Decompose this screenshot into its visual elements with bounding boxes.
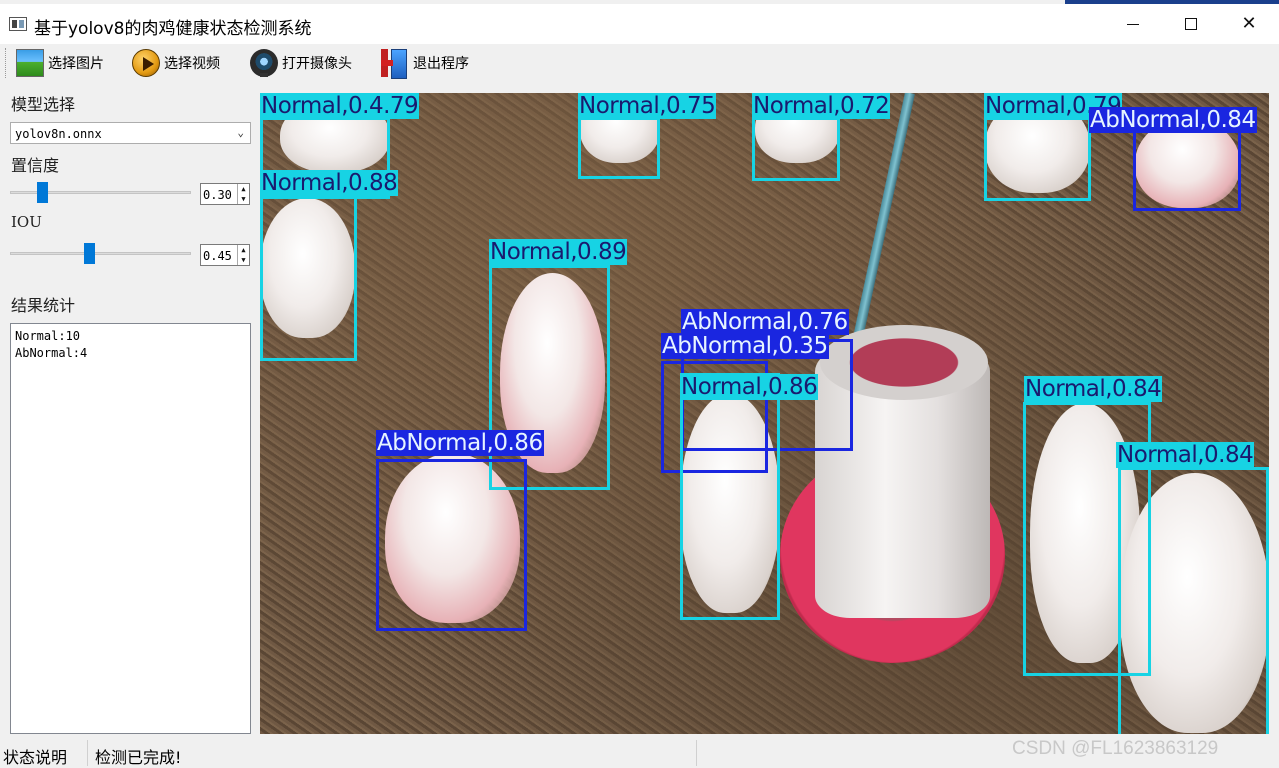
exit-door-icon — [381, 49, 409, 79]
detection-box-normal — [578, 117, 660, 179]
image-icon — [16, 49, 44, 77]
status-message: 检测已完成! — [95, 748, 182, 767]
detection-label: AbNormal,0.84 — [1089, 107, 1257, 133]
spin-arrows-icon[interactable]: ▲ ▼ — [237, 245, 249, 265]
detection-label: Normal,0.75 — [578, 93, 717, 119]
spin-arrows-icon[interactable]: ▲ ▼ — [237, 184, 249, 204]
status-bar: 状态说明 检测已完成! CSDN @FL1623863129 — [0, 738, 1279, 768]
exit-program-label: 退出程序 — [413, 56, 469, 72]
status-separator — [696, 740, 697, 766]
detection-label: AbNormal,0.76 — [681, 309, 849, 335]
detection-label: Normal,0.89 — [489, 239, 628, 265]
confidence-slider[interactable] — [10, 182, 191, 203]
confidence-slider-handle[interactable] — [37, 182, 48, 203]
detection-box-normal — [752, 117, 840, 181]
close-icon: ✕ — [1241, 13, 1257, 34]
detection-box-normal — [489, 265, 610, 490]
minimize-button[interactable] — [1104, 4, 1162, 44]
app-icon — [9, 17, 27, 31]
select-image-label: 选择图片 — [48, 56, 104, 72]
select-video-label: 选择视频 — [164, 56, 220, 72]
result-line-abnormal: AbNormal:4 — [15, 346, 88, 360]
webcam-icon — [250, 49, 278, 77]
detection-label: Normal,0.84 — [1116, 442, 1255, 468]
detection-box-normal — [984, 117, 1091, 201]
video-play-icon — [132, 49, 160, 77]
status-label: 状态说明 — [3, 748, 68, 767]
toolbar-grip[interactable] — [5, 48, 8, 78]
iou-slider[interactable] — [10, 243, 191, 264]
detection-label: Normal,0.84 — [1024, 376, 1163, 402]
iou-spinbox[interactable]: 0.45 ▲ ▼ — [200, 244, 250, 266]
model-dropdown-value: yolov8n.onnx — [15, 127, 102, 141]
control-panel: 模型选择 yolov8n.onnx ⌄ 置信度 0.30 ▲ ▼ IOU 0.45… — [0, 82, 260, 738]
watermark-text: CSDN @FL1623863129 — [1012, 738, 1219, 759]
result-line-normal: Normal:10 — [15, 329, 81, 343]
detection-label: Normal,0.72 — [752, 93, 891, 119]
maximize-button[interactable] — [1162, 4, 1220, 44]
confidence-spinbox-value: 0.30 — [203, 188, 232, 202]
detection-box-normal — [680, 373, 780, 620]
model-dropdown[interactable]: yolov8n.onnx ⌄ — [10, 122, 251, 144]
title-bar: 基于yolov8的肉鸡健康状态检测系统 ✕ — [0, 4, 1279, 44]
detection-box-abnormal — [376, 459, 527, 631]
select-video-button[interactable]: 选择视频 — [132, 48, 220, 78]
detection-label: Normal,0.4.79 — [260, 93, 420, 119]
iou-label: IOU — [11, 213, 42, 231]
detection-box-normal — [1118, 467, 1269, 734]
confidence-spinbox[interactable]: 0.30 ▲ ▼ — [200, 183, 250, 205]
confidence-label: 置信度 — [11, 156, 60, 175]
iou-spinbox-value: 0.45 — [203, 249, 232, 263]
detection-label: AbNormal,0.35 — [661, 333, 829, 359]
select-image-button[interactable]: 选择图片 — [16, 48, 104, 78]
window-title: 基于yolov8的肉鸡健康状态检测系统 — [34, 19, 312, 39]
status-separator — [87, 740, 88, 766]
detection-label: Normal,0.88 — [260, 170, 399, 196]
open-camera-label: 打开摄像头 — [282, 56, 352, 72]
detection-label: AbNormal,0.86 — [376, 430, 544, 456]
detection-image-view: Normal,0.4.79 Normal,0.75 Normal,0.72 Norma… — [260, 93, 1269, 734]
model-select-label: 模型选择 — [11, 95, 76, 114]
slider-track — [10, 252, 191, 255]
detection-box-abnormal — [1133, 121, 1241, 211]
minimize-icon — [1127, 24, 1139, 25]
result-stats-label: 结果统计 — [11, 296, 76, 315]
detection-label: Normal,0.86 — [680, 374, 819, 400]
result-stats-textbox[interactable]: Normal:10 AbNormal:4 — [10, 323, 251, 734]
maximize-icon — [1185, 18, 1197, 30]
toolbar: 选择图片 选择视频 打开摄像头 退出程序 — [0, 44, 1279, 82]
detection-box-normal — [260, 195, 357, 361]
chevron-down-icon: ⌄ — [237, 126, 244, 139]
open-camera-button[interactable]: 打开摄像头 — [250, 48, 352, 78]
close-button[interactable]: ✕ — [1220, 4, 1278, 44]
iou-slider-handle[interactable] — [84, 243, 95, 264]
exit-program-button[interactable]: 退出程序 — [381, 48, 469, 79]
